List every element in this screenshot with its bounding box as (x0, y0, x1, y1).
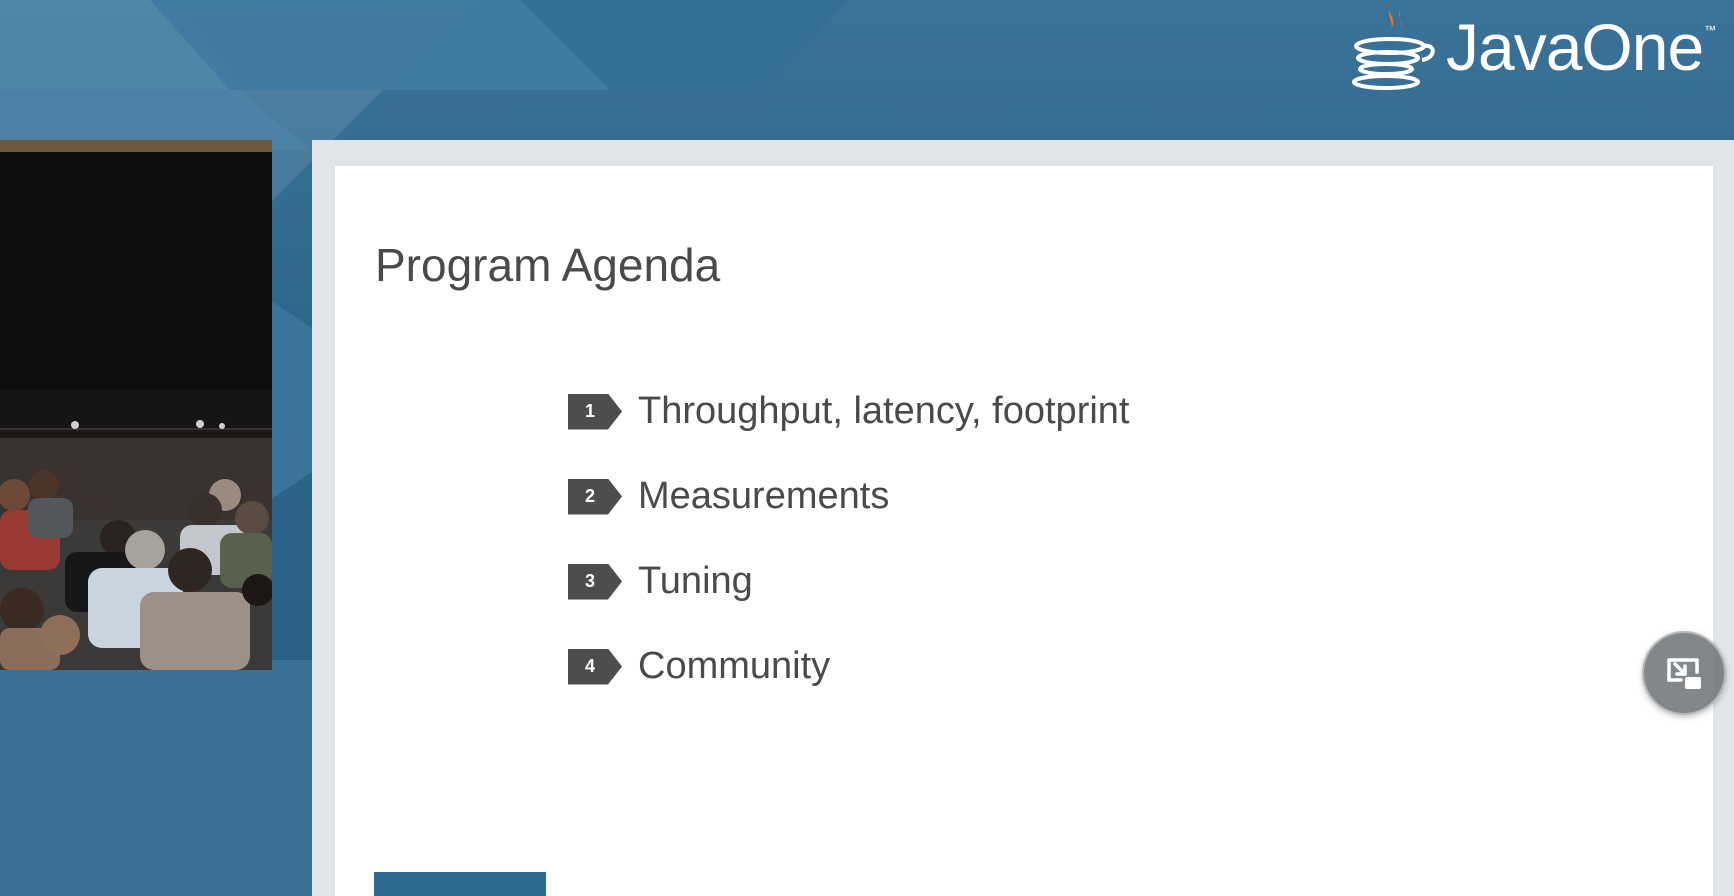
agenda-item: 4 Community (568, 624, 1129, 709)
agenda-list: 1 Throughput, latency, footprint 2 Measu… (568, 369, 1129, 709)
agenda-number-badge: 2 (568, 478, 622, 515)
background-facet (270, 300, 315, 500)
agenda-item: 2 Measurements (568, 454, 1129, 539)
javaone-logo: JavaOne ™ (1340, 0, 1734, 100)
presentation-slide: Program Agenda 1 Throughput, latency, fo… (335, 166, 1713, 896)
agenda-item-label: Throughput, latency, footprint (638, 390, 1130, 432)
exit-pip-button[interactable] (1642, 631, 1726, 715)
audience-scene (0, 140, 272, 670)
agenda-item-label: Measurements (638, 475, 890, 517)
slide-title: Program Agenda (375, 239, 721, 291)
agenda-number-badge: 4 (568, 648, 622, 685)
logo-wordmark: JavaOne (1446, 10, 1704, 84)
agenda-number-badge: 1 (568, 393, 622, 430)
agenda-item: 3 Tuning (568, 539, 1129, 624)
agenda-number-badge: 3 (568, 563, 622, 600)
slide-footer-logo-tab (374, 872, 546, 896)
trademark-symbol: ™ (1704, 23, 1717, 37)
background-facet (0, 660, 312, 896)
agenda-item: 1 Throughput, latency, footprint (568, 369, 1129, 454)
audience-camera-feed (0, 140, 272, 670)
java-cup-icon (1352, 4, 1435, 90)
agenda-item-label: Community (638, 645, 831, 687)
agenda-item-label: Tuning (638, 560, 753, 602)
exit-picture-in-picture-icon (1667, 658, 1701, 689)
